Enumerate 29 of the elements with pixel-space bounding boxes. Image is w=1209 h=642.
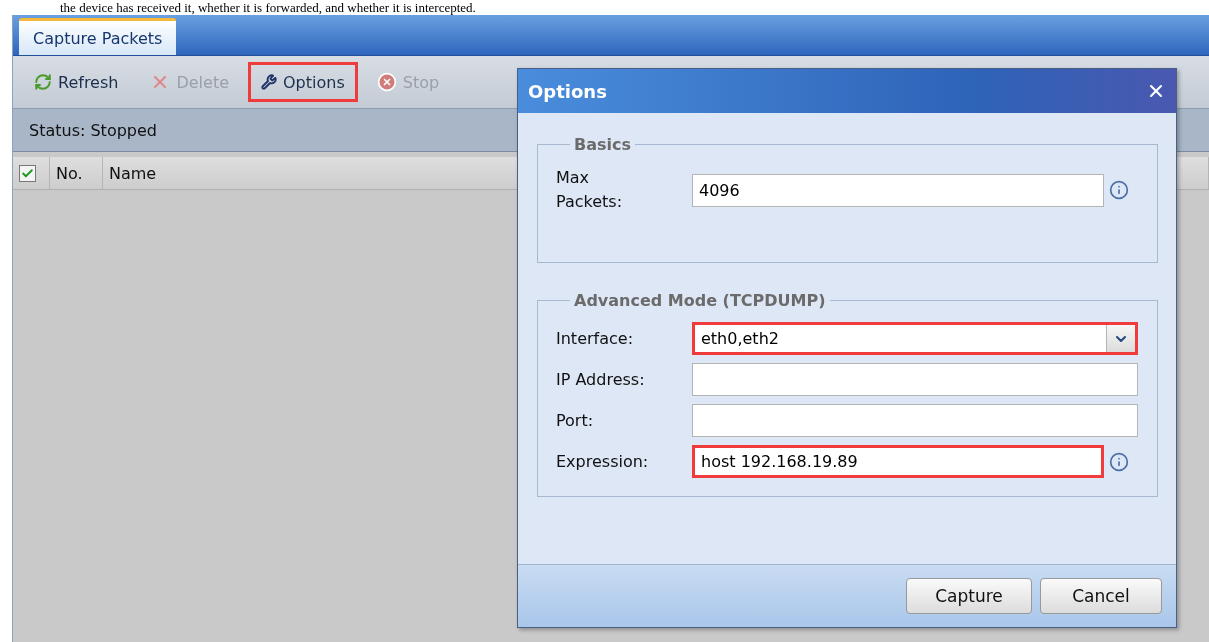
section-legend: Advanced Mode (TCPDUMP): [570, 291, 830, 310]
dialog-button[interactable]: Capture: [906, 578, 1032, 614]
column-header[interactable]: Name: [109, 163, 157, 183]
info-icon[interactable]: [1109, 451, 1129, 472]
input-field[interactable]: 4096: [692, 173, 1104, 207]
dropdown-field[interactable]: eth0,eth2: [692, 322, 1138, 355]
status-text: Status: Stopped: [29, 120, 157, 140]
refresh-icon: [34, 73, 52, 91]
stop-icon: [376, 72, 397, 92]
dialog-button[interactable]: Cancel: [1040, 578, 1162, 614]
check-icon: [21, 166, 34, 180]
wrench-icon: [261, 74, 277, 90]
column-header[interactable]: No.: [56, 163, 83, 183]
info-icon[interactable]: [1109, 180, 1129, 200]
field-label: Interface:: [556, 327, 634, 350]
select-all-checkbox[interactable]: [19, 164, 36, 182]
field-label: Port:: [556, 409, 594, 432]
dialog-title: Options: [528, 80, 607, 102]
document-text: the device has received it, whether it is forwarded, and whether it is intercepted.: [60, 1, 476, 15]
field-label: Expression:: [556, 450, 649, 473]
input-field[interactable]: [692, 363, 1138, 396]
field-label: IP Address:: [556, 368, 645, 391]
input-field[interactable]: host 192.168.19.89: [692, 445, 1104, 478]
toolbar-button[interactable]: Refresh: [21, 62, 132, 102]
toolbar-button[interactable]: Options: [248, 62, 358, 102]
field-label: Max Packets:: [556, 167, 624, 213]
input-field[interactable]: [692, 404, 1138, 437]
tab[interactable]: Capture Packets: [19, 18, 177, 55]
section-legend: Basics: [570, 135, 635, 154]
